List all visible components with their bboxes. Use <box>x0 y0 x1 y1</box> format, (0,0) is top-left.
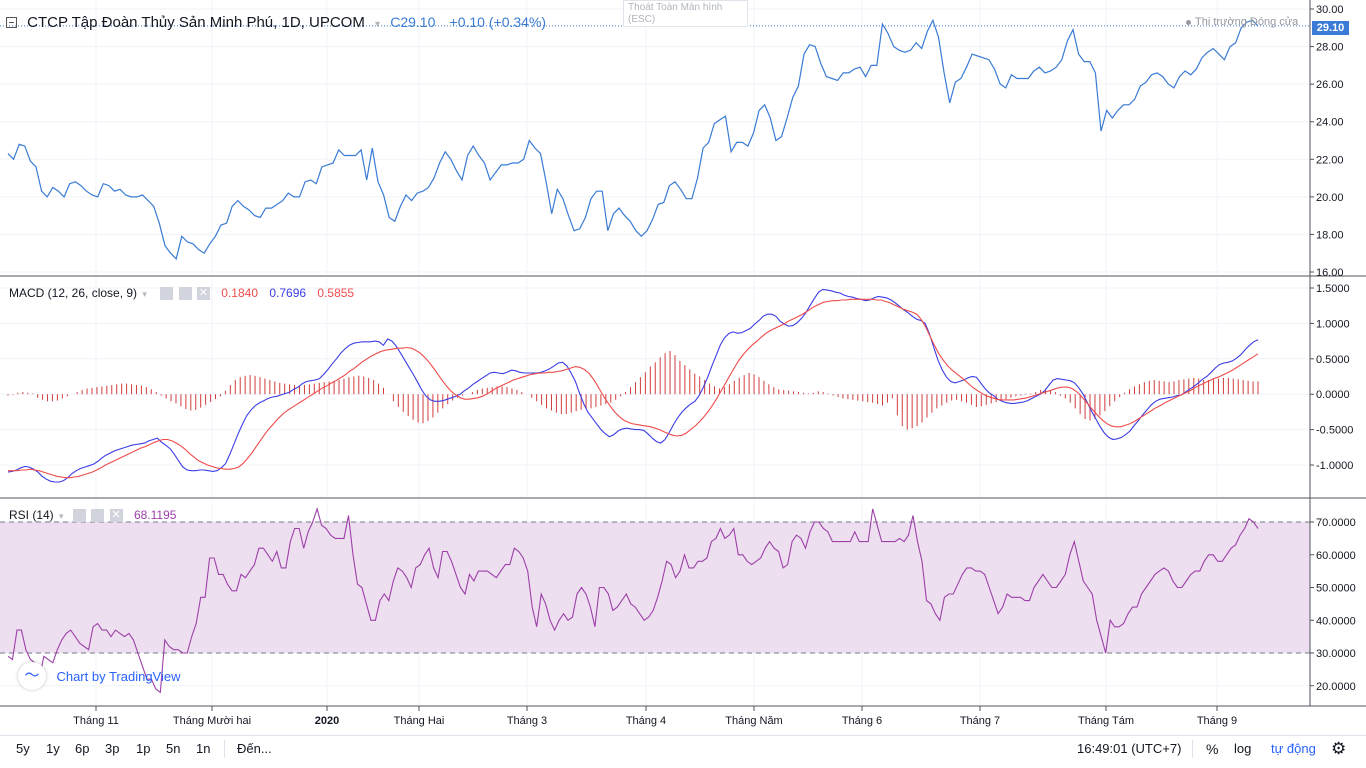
last-price-badge: 29.10 <box>1312 21 1349 35</box>
toolbar-divider <box>224 740 225 758</box>
x-tick-label: 2020 <box>315 715 339 727</box>
range-1d-button[interactable]: 1n <box>196 741 210 756</box>
x-tick-label: Tháng 6 <box>842 715 882 727</box>
macd-line-value: 0.7696 <box>269 286 307 300</box>
range-5y-button[interactable]: 5y <box>16 741 30 756</box>
y-tick-label: 30.00 <box>1316 4 1344 16</box>
y-tick-label: 1.0000 <box>1316 318 1350 330</box>
rsi-title[interactable]: RSI (14) <box>9 508 54 522</box>
macd-title[interactable]: MACD (12, 26, close, 9) <box>9 286 137 300</box>
range-5d-button[interactable]: 5n <box>166 741 180 756</box>
price-change: +0.10 (+0.34%) <box>449 14 547 30</box>
x-tick-label: Tháng Mười hai <box>173 715 251 727</box>
macd-line <box>7 288 1259 483</box>
x-tick-label: Tháng 11 <box>73 715 119 727</box>
y-tick-label: 30.0000 <box>1316 648 1356 660</box>
symbol-menu-icon[interactable]: ▾ <box>375 19 380 30</box>
clock-timezone[interactable]: 16:49:01 (UTC+7) <box>1077 741 1181 756</box>
rsi-settings-icon[interactable] <box>91 509 105 523</box>
tradingview-watermark[interactable]: 〜 Chart by TradingView <box>18 662 181 690</box>
y-tick-label: 24.00 <box>1316 117 1344 129</box>
macd-histogram-value: 0.1840 <box>221 286 258 300</box>
rsi-value: 68.1195 <box>133 508 177 522</box>
y-tick-label: 50.0000 <box>1316 583 1356 595</box>
market-status: Thị trường Đóng cửa <box>1186 16 1298 28</box>
chart-canvas[interactable]: 30.00 28.00 26.00 24.00 22.00 20.00 18.00 16.00… <box>0 0 1366 735</box>
y-tick-label: 70.0000 <box>1316 517 1356 529</box>
y-tick-label: 40.0000 <box>1316 615 1356 627</box>
market-status-text: Thị trường Đóng cửa <box>1195 16 1299 28</box>
close-prefix: C <box>390 14 401 30</box>
tooltip-line-1: Thoát Toàn Màn hình <box>628 2 723 13</box>
rsi-band <box>0 522 1310 653</box>
rsi-remove-icon[interactable]: ✕ <box>109 509 123 523</box>
goto-date-button[interactable]: Đến... <box>237 741 272 756</box>
y-tick-label: 60.0000 <box>1316 550 1356 562</box>
x-tick-label: Tháng 4 <box>626 715 666 727</box>
macd-signal-value: 0.5855 <box>317 286 355 300</box>
macd-settings-icon[interactable] <box>178 287 192 301</box>
x-tick-label: Tháng 9 <box>1197 715 1237 727</box>
rsi-legend: RSI (14) ▾ ✕ 68.1195 <box>9 508 177 523</box>
range-3m-button[interactable]: 3p <box>105 741 119 756</box>
y-tick-label: 1.5000 <box>1316 283 1350 295</box>
x-tick-label: Tháng 3 <box>507 715 547 727</box>
x-tick-label: Tháng 7 <box>960 715 1000 727</box>
tradingview-logo-icon: 〜 <box>18 662 46 690</box>
range-6m-button[interactable]: 6p <box>75 741 89 756</box>
legend-main: CTCP Tập Đoàn Thủy Sản Minh Phú, 1D, UPC… <box>6 14 546 32</box>
settings-gear-icon[interactable]: ⚙ <box>1331 739 1346 759</box>
fullscreen-exit-tooltip: Thoát Toàn Màn hình (ESC) <box>623 0 748 27</box>
y-tick-label: 20.00 <box>1316 192 1344 204</box>
x-tick-label: Tháng Hai <box>394 715 445 727</box>
x-tick-label: Tháng Tám <box>1078 715 1134 727</box>
y-tick-label: 28.00 <box>1316 42 1344 54</box>
rsi-menu-icon[interactable]: ▾ <box>59 511 64 521</box>
y-tick-label: 16.00 <box>1316 267 1344 279</box>
y-tick-label: 0.0000 <box>1316 389 1350 401</box>
rsi-pane <box>0 500 1310 705</box>
y-tick-label: 0.5000 <box>1316 354 1350 366</box>
y-tick-label: -1.0000 <box>1316 460 1353 472</box>
toolbar-divider-2 <box>1192 740 1193 758</box>
chart-container[interactable]: 30.00 28.00 26.00 24.00 22.00 20.00 18.00 16.00… <box>0 0 1366 768</box>
status-dot-icon <box>1186 19 1191 25</box>
last-price-badge-value: 29.10 <box>1316 22 1345 34</box>
log-scale-toggle[interactable]: log <box>1234 741 1251 756</box>
y-tick-label: 22.00 <box>1316 154 1344 166</box>
macd-menu-icon[interactable]: ▾ <box>142 289 147 299</box>
symbol-title[interactable]: CTCP Tập Đoàn Thủy Sản Minh Phú, 1D, UPC… <box>27 14 365 31</box>
percent-scale-toggle[interactable]: % <box>1206 741 1218 757</box>
y-tick-label: -0.5000 <box>1316 425 1353 437</box>
range-1m-button[interactable]: 1p <box>136 741 150 756</box>
range-1y-button[interactable]: 1y <box>46 741 60 756</box>
tooltip-line-2: (ESC) <box>628 14 656 25</box>
watermark-text: Chart by TradingView <box>56 668 181 684</box>
y-tick-label: 20.0000 <box>1316 681 1356 693</box>
close-value: 29.10 <box>400 14 436 30</box>
macd-pane <box>0 278 1310 497</box>
macd-legend: MACD (12, 26, close, 9) ▾ ✕ 0.1840 0.769… <box>9 286 355 301</box>
collapse-legend-icon[interactable] <box>6 16 17 28</box>
macd-signal-line <box>8 298 1259 479</box>
y-tick-label: 26.00 <box>1316 79 1344 91</box>
price-series-line <box>7 18 1259 261</box>
rsi-visibility-icon[interactable] <box>72 509 86 523</box>
x-tick-label: Tháng Năm <box>725 715 782 727</box>
y-tick-label: 18.00 <box>1316 229 1344 241</box>
auto-scale-toggle[interactable]: tự động <box>1271 741 1316 756</box>
macd-visibility-icon[interactable] <box>160 287 174 301</box>
price-pane <box>0 1 1310 275</box>
macd-remove-icon[interactable]: ✕ <box>196 287 210 301</box>
